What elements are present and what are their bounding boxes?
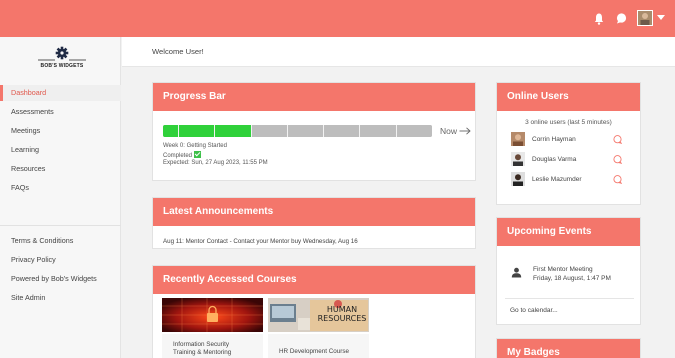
progress-segment-divider bbox=[178, 125, 179, 137]
user-name[interactable]: Corrin Hayman bbox=[532, 136, 576, 143]
progress-segment-divider bbox=[359, 125, 361, 137]
sidebar-divider bbox=[0, 225, 121, 226]
sidebar-item-learning[interactable]: Learning bbox=[0, 142, 121, 158]
progress-segment-start bbox=[163, 125, 178, 137]
online-users-count: 3 online users (last 5 minutes) bbox=[525, 119, 612, 126]
progress-segment-incomplete[interactable] bbox=[323, 125, 360, 137]
progress-expected: Expected: Sun, 27 Aug 2023, 11:55 PM bbox=[163, 160, 268, 166]
chat-bubble-icon[interactable] bbox=[613, 155, 622, 164]
course-meta: HR Development Course bbox=[268, 334, 369, 358]
progress-segment-incomplete[interactable] bbox=[250, 125, 287, 137]
avatar bbox=[638, 11, 652, 25]
sidebar-item-dashboard[interactable]: Dashboard bbox=[0, 85, 121, 101]
progress-segment-divider bbox=[395, 125, 397, 137]
announcement-item[interactable]: Aug 11: Mentor Contact - Contact your Me… bbox=[163, 238, 358, 245]
progress-bar[interactable] bbox=[163, 125, 432, 137]
sidebar-item-faqs[interactable]: FAQs bbox=[0, 180, 121, 196]
sidebar-item-resources[interactable]: Resources bbox=[0, 161, 121, 177]
course-meta: Information Security Training & Mentorin… bbox=[162, 334, 263, 358]
sidebar-item-assessments[interactable]: Assessments bbox=[0, 104, 121, 120]
gear-logo-icon bbox=[38, 46, 86, 61]
logo[interactable]: BOB'S WIDGETS bbox=[36, 44, 88, 70]
progress-segment-complete[interactable] bbox=[214, 125, 251, 137]
chat-bubble-icon[interactable] bbox=[616, 13, 627, 24]
progress-segment-divider bbox=[214, 125, 216, 137]
logo-text: BOB'S WIDGETS bbox=[40, 63, 84, 69]
progress-segment-divider bbox=[286, 125, 288, 137]
courses-card: Recently Accessed Courses Information Se… bbox=[152, 265, 476, 358]
event-title: First Mentor Meeting bbox=[533, 266, 593, 273]
progress-segment-incomplete[interactable] bbox=[286, 125, 324, 137]
hr-thumb-line: RESOURCES bbox=[317, 314, 367, 323]
completed-label: Completed bbox=[163, 153, 193, 159]
bell-icon[interactable] bbox=[594, 13, 604, 25]
hr-thumbnail-text: HUMAN RESOURCES bbox=[316, 305, 368, 323]
go-to-calendar-link[interactable]: Go to calendar... bbox=[510, 307, 558, 314]
progress-week: Week 0: Getting Started bbox=[163, 143, 227, 149]
checkmark-icon bbox=[194, 151, 202, 158]
progress-segment-complete[interactable] bbox=[178, 125, 215, 137]
upcoming-events-card: Upcoming Events First Mentor Meeting Fri… bbox=[496, 217, 641, 325]
progress-segment-divider bbox=[250, 125, 252, 137]
chat-bubble-icon[interactable] bbox=[613, 175, 622, 184]
course-title[interactable]: HR Development Course bbox=[279, 348, 349, 356]
progress-segment-incomplete[interactable] bbox=[395, 125, 432, 137]
event-divider bbox=[505, 298, 634, 299]
online-users-card: Online Users 3 online users (last 5 minu… bbox=[496, 82, 641, 205]
user-name[interactable]: Douglas Varma bbox=[532, 156, 576, 163]
avatar bbox=[511, 152, 525, 166]
welcome-bar: Welcome User! bbox=[122, 37, 675, 67]
footer-link-powered-by[interactable]: Powered by Bob's Widgets bbox=[0, 271, 121, 287]
course-title-line: Training & Mentoring bbox=[173, 349, 232, 356]
user-icon bbox=[511, 267, 522, 278]
online-user-row[interactable]: Leslie Mazumder bbox=[511, 172, 641, 188]
welcome-message: Welcome User! bbox=[152, 47, 204, 56]
now-label: Now bbox=[440, 126, 458, 136]
sidebar-item-meetings[interactable]: Meetings bbox=[0, 123, 121, 139]
courses-card-title: Recently Accessed Courses bbox=[153, 266, 475, 294]
course-title-line: Information Security bbox=[173, 341, 229, 348]
progress-segment-divider bbox=[323, 125, 325, 137]
badges-card: My Badges bbox=[496, 338, 641, 358]
progress-segment-incomplete[interactable] bbox=[359, 125, 396, 137]
progress-card: Progress Bar Now Week 0: Getting Started… bbox=[152, 82, 476, 181]
sidebar: BOB'S WIDGETS Dashboard Assessments Meet… bbox=[0, 37, 121, 358]
badges-title: My Badges bbox=[497, 339, 640, 358]
progress-card-title: Progress Bar bbox=[153, 83, 475, 111]
announcements-card: Latest Announcements Aug 11: Mentor Cont… bbox=[152, 197, 476, 249]
hr-thumbnail: HUMAN RESOURCES bbox=[268, 298, 369, 332]
top-navbar bbox=[0, 0, 675, 37]
chevron-down-icon[interactable] bbox=[657, 15, 665, 20]
arrow-right-icon bbox=[459, 127, 471, 135]
hr-thumb-line: HUMAN bbox=[326, 305, 358, 314]
footer-link-site-admin[interactable]: Site Admin bbox=[0, 290, 121, 306]
course-title[interactable]: Information Security Training & Mentorin… bbox=[173, 341, 231, 357]
chat-bubble-icon[interactable] bbox=[613, 135, 622, 144]
announcements-card-title: Latest Announcements bbox=[153, 198, 475, 226]
online-user-row[interactable]: Douglas Varma bbox=[511, 152, 641, 168]
upcoming-events-title: Upcoming Events bbox=[497, 218, 640, 246]
online-users-title: Online Users bbox=[497, 83, 640, 111]
footer-link-terms[interactable]: Terms & Conditions bbox=[0, 233, 121, 249]
infosec-thumbnail bbox=[162, 298, 263, 332]
event-item[interactable]: First Mentor Meeting Friday, 18 August, … bbox=[533, 265, 611, 283]
event-date: Friday, 18 August, 1:47 PM bbox=[533, 275, 611, 282]
progress-completed: Completed bbox=[163, 151, 202, 159]
user-name[interactable]: Leslie Mazumder bbox=[532, 176, 582, 183]
online-user-row[interactable]: Corrin Hayman bbox=[511, 132, 641, 148]
avatar bbox=[511, 172, 525, 186]
footer-link-privacy[interactable]: Privacy Policy bbox=[0, 252, 121, 268]
user-avatar-button[interactable] bbox=[637, 10, 653, 26]
avatar bbox=[511, 132, 525, 146]
